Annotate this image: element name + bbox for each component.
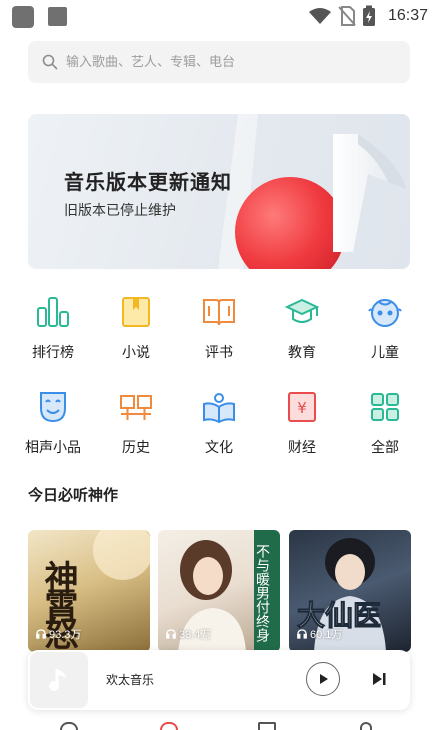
section-title: 今日必听神作 [28,486,119,504]
yen-icon: ¥ [284,389,320,425]
play-count: 93.3万 [36,626,81,642]
headphones-icon [297,629,307,639]
banner-title: 音乐版本更新通知 [64,170,232,194]
category-grid: 排行榜 小说 评书 教育 儿童 相声小品 历史 文化 ¥ 财经 全部 [12,294,426,484]
skip-next-icon [373,673,386,685]
play-count-text: 33.4万 [179,629,212,641]
category-finance[interactable]: ¥ 财经 [261,389,343,484]
category-label: 小说 [122,345,150,361]
featured-cards: 神霄怒 93.3万 不与暖男付终身 33.4万 大仙医 60.1万 [28,530,412,652]
category-education[interactable]: 教育 [261,294,343,389]
app-notification-icon-2 [48,7,67,26]
culture-book-icon [201,389,237,425]
status-icons: 16:37 [308,4,428,28]
album-card[interactable]: 大仙医 60.1万 [289,530,411,652]
category-history[interactable]: 历史 [95,389,177,484]
chart-bars-icon [35,294,71,330]
mask-icon [35,389,71,425]
category-storytelling[interactable]: 评书 [178,294,260,389]
next-button[interactable] [368,668,390,690]
book-icon [118,294,154,330]
album-card[interactable]: 不与暖男付终身 33.4万 [158,530,280,652]
search-input[interactable] [66,54,386,70]
play-count-text: 93.3万 [49,629,82,641]
nav-music-icon[interactable] [60,722,78,730]
nav-profile-icon[interactable] [360,722,372,730]
banner-subtitle: 旧版本已停止维护 [64,203,176,219]
status-bar: 16:37 [0,0,438,34]
search-bar[interactable] [28,41,410,83]
no-sim-icon [338,6,356,26]
battery-charging-icon [362,5,375,26]
album-card[interactable]: 神霄怒 93.3万 [28,530,150,652]
headphones-icon [36,629,46,639]
play-icon [320,674,328,684]
category-label: 教育 [288,345,316,361]
category-label: 儿童 [371,345,399,361]
mini-player[interactable]: 欢太音乐 [28,650,410,710]
nav-folder-icon[interactable] [258,722,276,730]
category-all[interactable]: 全部 [344,389,426,484]
category-ranking[interactable]: 排行榜 [12,294,94,389]
cover-title: 不与暖男付终身 [254,544,270,643]
category-culture[interactable]: 文化 [178,389,260,484]
play-count: 33.4万 [166,626,211,642]
category-label: 文化 [205,440,233,456]
category-crosstalk[interactable]: 相声小品 [12,389,94,484]
clock: 16:37 [387,7,428,24]
category-label: 评书 [205,345,233,361]
category-label: 历史 [122,440,150,456]
category-children[interactable]: 儿童 [344,294,426,389]
play-count: 60.1万 [297,626,342,642]
category-label: 排行榜 [32,345,74,361]
player-cover[interactable] [30,652,88,708]
headphones-icon [166,629,176,639]
category-label: 财经 [288,440,316,456]
search-icon [42,54,58,70]
category-label: 全部 [371,440,399,456]
nav-discover-icon[interactable] [160,722,178,730]
app-notification-icon [12,6,34,28]
bottom-nav [0,716,438,730]
play-button[interactable] [306,662,340,696]
graduation-cap-icon [284,294,320,330]
player-title: 欢太音乐 [106,673,155,687]
category-novel[interactable]: 小说 [95,294,177,389]
grid-icon [367,389,403,425]
svg-text:¥: ¥ [297,399,307,417]
child-face-icon [367,294,403,330]
wifi-icon [308,8,331,24]
play-count-text: 60.1万 [310,629,343,641]
category-label: 相声小品 [25,440,81,456]
update-banner[interactable]: 音乐版本更新通知 旧版本已停止维护 [28,114,410,269]
open-book-icon [201,294,237,330]
music-note-icon [49,669,67,691]
history-icon [118,389,154,425]
